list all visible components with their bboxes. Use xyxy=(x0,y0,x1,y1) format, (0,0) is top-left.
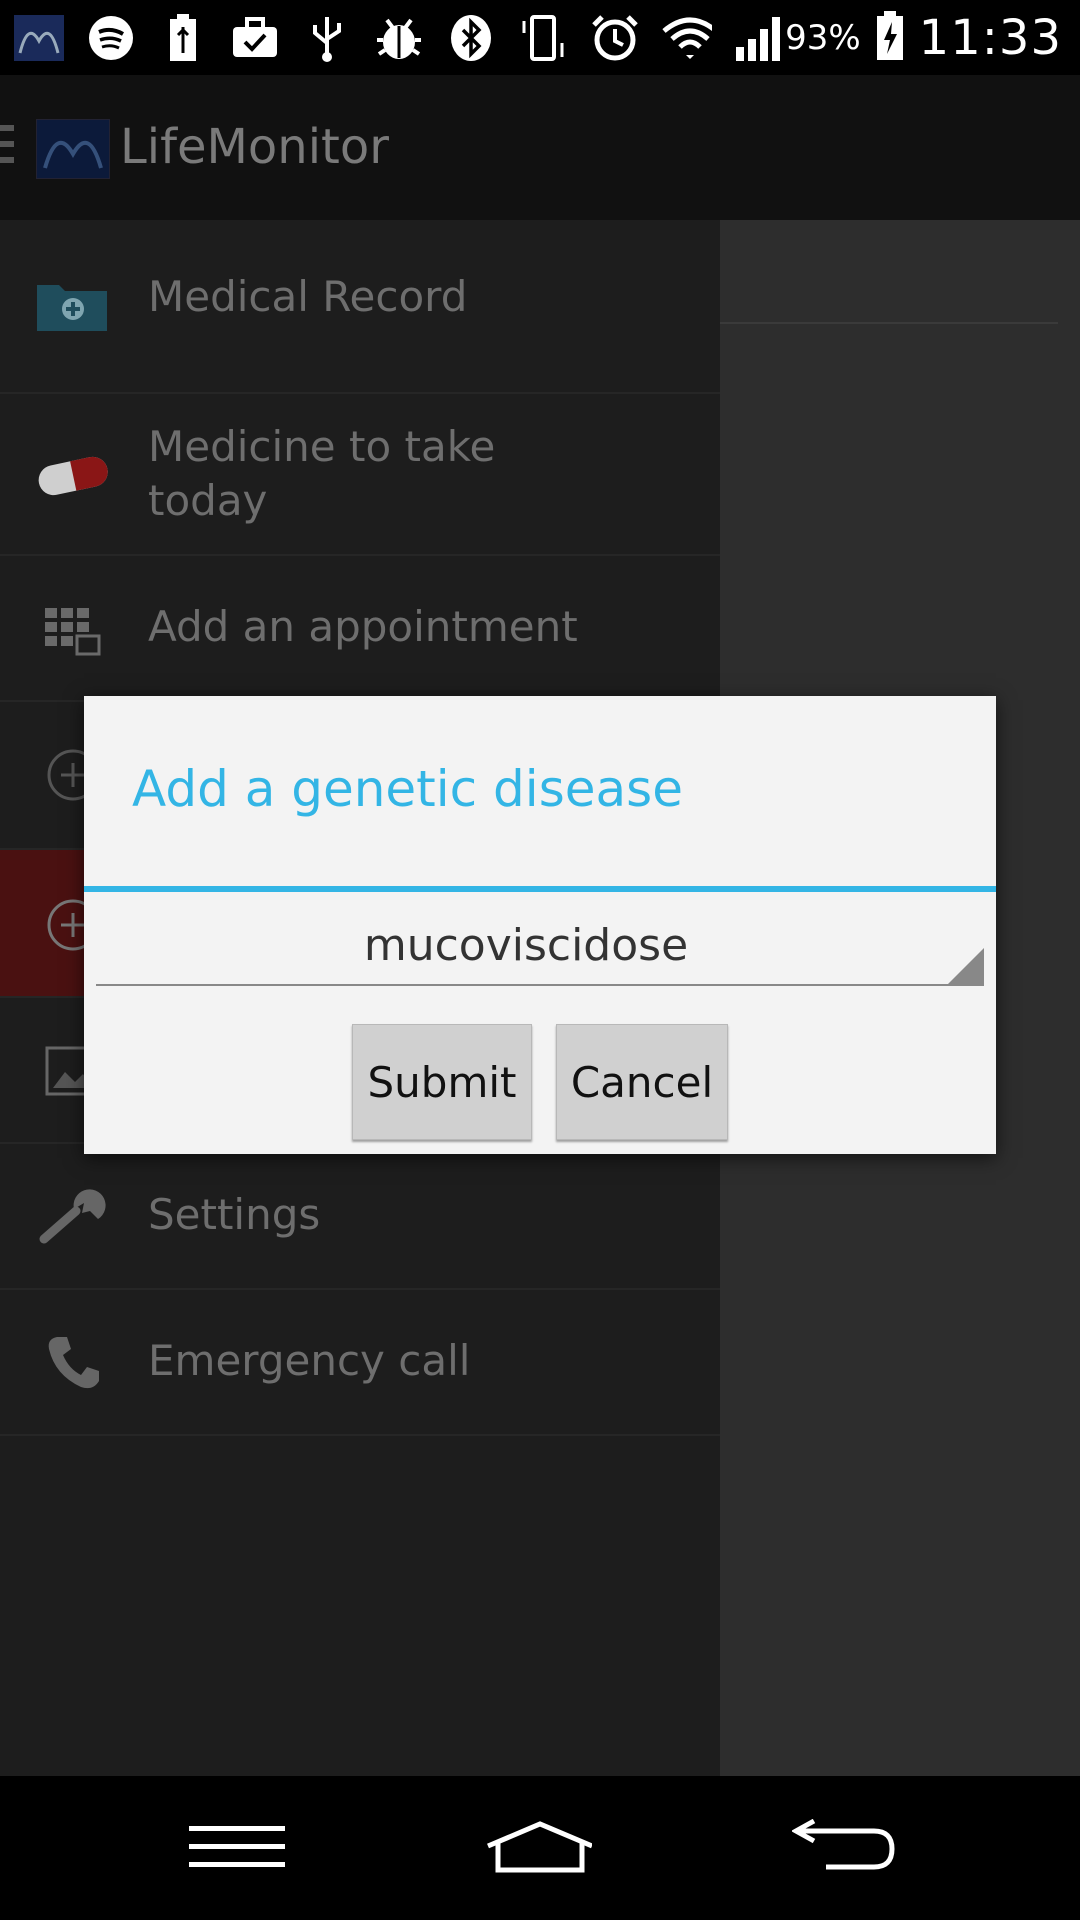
back-icon[interactable] xyxy=(790,1812,900,1882)
vibrate-icon xyxy=(518,13,568,63)
calendar-icon xyxy=(34,594,112,664)
battery-percent: 93% xyxy=(785,18,861,58)
content-divider xyxy=(720,322,1058,324)
app-bar: LifeMonitor xyxy=(0,75,1080,220)
cancel-button[interactable]: Cancel xyxy=(556,1024,728,1140)
drawer-item-settings[interactable]: Settings xyxy=(0,1144,720,1290)
submit-button[interactable]: Submit xyxy=(352,1024,532,1140)
phone-icon xyxy=(34,1328,112,1398)
add-genetic-disease-dialog: Add a genetic disease mucoviscidose Subm… xyxy=(84,696,996,1154)
drawer-item-label: Medicine to take today xyxy=(148,422,496,525)
spinner-dropdown-arrow-icon xyxy=(948,948,984,984)
battery-charging-icon xyxy=(875,10,905,66)
dialog-title-divider xyxy=(84,886,996,892)
clock: 11:33 xyxy=(918,10,1062,66)
drawer-item-add-appointment[interactable]: Add an appointment xyxy=(0,556,720,702)
drawer-item-label: Settings xyxy=(148,1190,321,1239)
status-right: 93% 11:33 xyxy=(785,8,1062,68)
medical-folder-icon xyxy=(34,270,112,340)
briefcase-check-icon xyxy=(230,13,280,63)
drawer-item-label: Emergency call xyxy=(148,1336,471,1385)
lifemonitor-app-icon xyxy=(14,13,64,63)
usb-battery-icon xyxy=(158,13,208,63)
wrench-icon xyxy=(34,1182,112,1252)
bluetooth-icon xyxy=(446,13,496,63)
debug-bug-icon xyxy=(374,13,424,63)
drawer-item-medicine[interactable]: Medicine to take today xyxy=(0,394,720,556)
drawer-item-emergency-call[interactable]: Emergency call xyxy=(0,1290,720,1436)
app-title: LifeMonitor xyxy=(120,119,389,175)
app-logo[interactable] xyxy=(36,119,110,179)
drawer-item-medical-record[interactable]: Medical Record xyxy=(0,220,720,394)
disease-spinner[interactable]: mucoviscidose xyxy=(96,910,984,986)
spinner-selected-value: mucoviscidose xyxy=(363,920,689,971)
spotify-icon xyxy=(86,13,136,63)
alarm-icon xyxy=(590,13,640,63)
drawer-item-label: Medical Record xyxy=(148,272,468,321)
system-navigation-bar xyxy=(0,1776,1080,1920)
dialog-title: Add a genetic disease xyxy=(132,760,683,818)
wifi-icon xyxy=(662,13,712,63)
drawer-toggle-icon[interactable] xyxy=(0,125,14,171)
pill-icon xyxy=(34,440,112,510)
home-icon[interactable] xyxy=(482,1812,592,1882)
usb-icon xyxy=(302,13,352,63)
menu-icon[interactable] xyxy=(182,1812,292,1882)
drawer-item-label: Add an appointment xyxy=(148,602,578,651)
status-icons xyxy=(14,10,784,66)
status-bar: 93% 11:33 xyxy=(0,0,1080,75)
signal-icon xyxy=(734,13,784,63)
